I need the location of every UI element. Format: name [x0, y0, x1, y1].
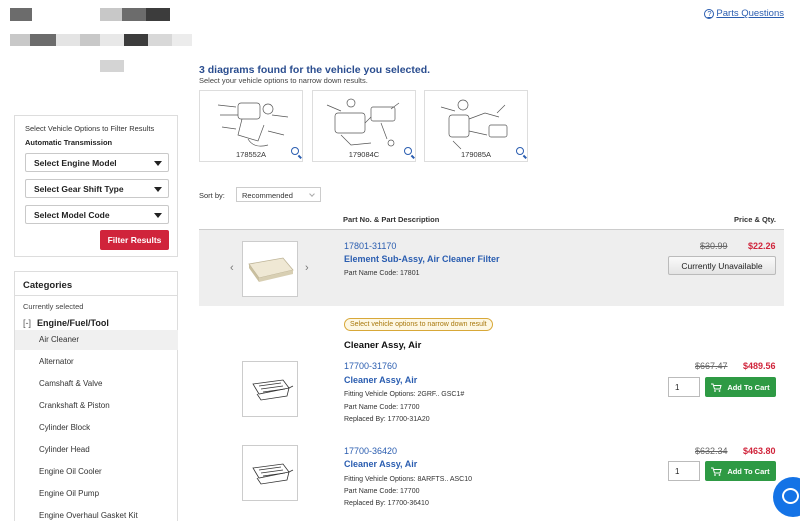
- engine-model-label: Select Engine Model: [34, 158, 117, 168]
- diagram-card[interactable]: 179085A: [424, 90, 528, 162]
- list-price: $632.34: [695, 446, 728, 456]
- category-item-overhaul-gasket-kit[interactable]: Engine Overhaul Gasket Kit: [15, 506, 178, 521]
- category-item-engine-oil-pump[interactable]: Engine Oil Pump: [15, 484, 178, 504]
- sort-select[interactable]: Recommended: [236, 187, 321, 202]
- sale-price: $22.26: [748, 241, 776, 251]
- column-header-price: Price & Qty.: [734, 215, 776, 224]
- chevron-down-icon: [154, 161, 162, 166]
- diagram-card[interactable]: 179084C: [312, 90, 416, 162]
- cart-icon: [711, 467, 722, 476]
- chevron-down-icon: [154, 213, 162, 218]
- collapse-toggle[interactable]: [-]: [23, 318, 31, 328]
- part-number[interactable]: 17700-31760: [344, 361, 397, 371]
- chevron-left-icon[interactable]: ‹: [230, 262, 234, 274]
- air-cleaner-image: [252, 379, 294, 401]
- diagram-thumbnail: [217, 102, 289, 147]
- replaced-by: Replaced By: 17700-31A20: [344, 416, 430, 423]
- sale-price: $489.56: [743, 361, 776, 371]
- categories-title: Categories: [23, 280, 73, 291]
- category-parent-label: Engine/Fuel/Tool: [37, 318, 109, 328]
- model-code-label: Select Model Code: [34, 210, 110, 220]
- category-item-engine-oil-cooler[interactable]: Engine Oil Cooler: [15, 462, 178, 482]
- diagram-code: 179084C: [348, 150, 380, 159]
- fitting-options: Fitting Vehicle Options: 8ARFTS.. ASC10: [344, 476, 473, 483]
- part-name[interactable]: Element Sub-Assy, Air Cleaner Filter: [344, 254, 500, 264]
- diagram-card[interactable]: 178552A: [199, 90, 303, 162]
- air-cleaner-image: [252, 463, 294, 485]
- zoom-icon[interactable]: [404, 147, 412, 155]
- category-parent[interactable]: [-] Engine/Fuel/Tool: [23, 318, 109, 328]
- part-image[interactable]: [242, 241, 298, 297]
- categories-panel: Categories Currently selected [-] Engine…: [14, 271, 178, 521]
- part-number[interactable]: 17700-36420: [344, 446, 397, 456]
- vehicle-filter-panel: Select Vehicle Options to Filter Results…: [14, 115, 178, 257]
- currently-selected-label: Currently selected: [23, 302, 84, 311]
- diagram-code: 179085A: [460, 150, 492, 159]
- part-name-code: Part Name Code: 17801: [344, 270, 420, 277]
- diagram-thumbnail: [440, 99, 508, 150]
- zoom-icon[interactable]: [291, 147, 299, 155]
- list-price: $30.99: [700, 241, 728, 251]
- sale-price: $463.80: [743, 446, 776, 456]
- question-circle-icon: ?: [704, 8, 715, 19]
- replaced-by: Replaced By: 17700-36410: [344, 500, 429, 507]
- add-to-cart-button[interactable]: Add To Cart: [705, 461, 776, 481]
- fitting-options: Fitting Vehicle Options: 2GRF.. GSC1#: [344, 391, 465, 398]
- part-number[interactable]: 17801-31170: [344, 241, 396, 251]
- model-code-select[interactable]: Select Model Code: [25, 205, 169, 224]
- cart-icon: [711, 383, 722, 392]
- sort-value: Recommended: [242, 191, 293, 200]
- diagram-thumbnail: [326, 98, 400, 147]
- category-item-cylinder-block[interactable]: Cylinder Block: [15, 418, 178, 438]
- engine-model-select[interactable]: Select Engine Model: [25, 153, 169, 172]
- part-name[interactable]: Cleaner Assy, Air: [344, 375, 417, 385]
- category-item-camshaft-valve[interactable]: Camshaft & Valve: [15, 374, 178, 394]
- currently-unavailable-button[interactable]: Currently Unavailable: [668, 256, 776, 275]
- diagram-code: 178552A: [235, 150, 267, 159]
- transmission-label: Automatic Transmission: [25, 138, 113, 147]
- sort-label: Sort by:: [199, 191, 225, 200]
- divider: [15, 295, 177, 296]
- results-heading: 3 diagrams found for the vehicle you sel…: [199, 64, 431, 76]
- quantity-input[interactable]: 1: [668, 461, 700, 481]
- results-subheading: Select your vehicle options to narrow do…: [199, 76, 368, 85]
- chevron-down-icon: [154, 187, 162, 192]
- quantity-input[interactable]: 1: [668, 377, 700, 397]
- gear-shift-label: Select Gear Shift Type: [34, 184, 124, 194]
- filter-results-button[interactable]: Filter Results: [100, 230, 169, 250]
- add-to-cart-label: Add To Cart: [727, 382, 770, 392]
- zoom-icon[interactable]: [516, 147, 524, 155]
- narrow-down-notice: Select vehicle options to narrow down re…: [344, 318, 493, 331]
- column-header-description: Part No. & Part Description: [343, 215, 440, 224]
- list-price: $667.47: [695, 361, 728, 371]
- chevron-right-icon[interactable]: ›: [305, 262, 309, 274]
- chat-icon[interactable]: [773, 477, 800, 517]
- part-name[interactable]: Cleaner Assy, Air: [344, 459, 417, 469]
- category-item-cylinder-head[interactable]: Cylinder Head: [15, 440, 178, 460]
- air-filter-image: [248, 257, 294, 282]
- group-title: Cleaner Assy, Air: [344, 340, 422, 351]
- filter-title: Select Vehicle Options to Filter Results: [25, 124, 155, 133]
- part-image[interactable]: [242, 361, 298, 417]
- add-to-cart-button[interactable]: Add To Cart: [705, 377, 776, 397]
- chevron-down-icon: [309, 191, 315, 197]
- add-to-cart-label: Add To Cart: [727, 466, 770, 476]
- parts-questions-link[interactable]: ? Parts Questions: [704, 8, 784, 19]
- part-image[interactable]: [242, 445, 298, 501]
- parts-questions-label: Parts Questions: [716, 8, 784, 19]
- part-name-code: Part Name Code: 17700: [344, 488, 420, 495]
- category-item-crankshaft-piston[interactable]: Crankshaft & Piston: [15, 396, 178, 416]
- gear-shift-select[interactable]: Select Gear Shift Type: [25, 179, 169, 198]
- part-name-code: Part Name Code: 17700: [344, 404, 420, 411]
- category-item-alternator[interactable]: Alternator: [15, 352, 178, 372]
- category-item-air-cleaner[interactable]: Air Cleaner: [15, 330, 178, 350]
